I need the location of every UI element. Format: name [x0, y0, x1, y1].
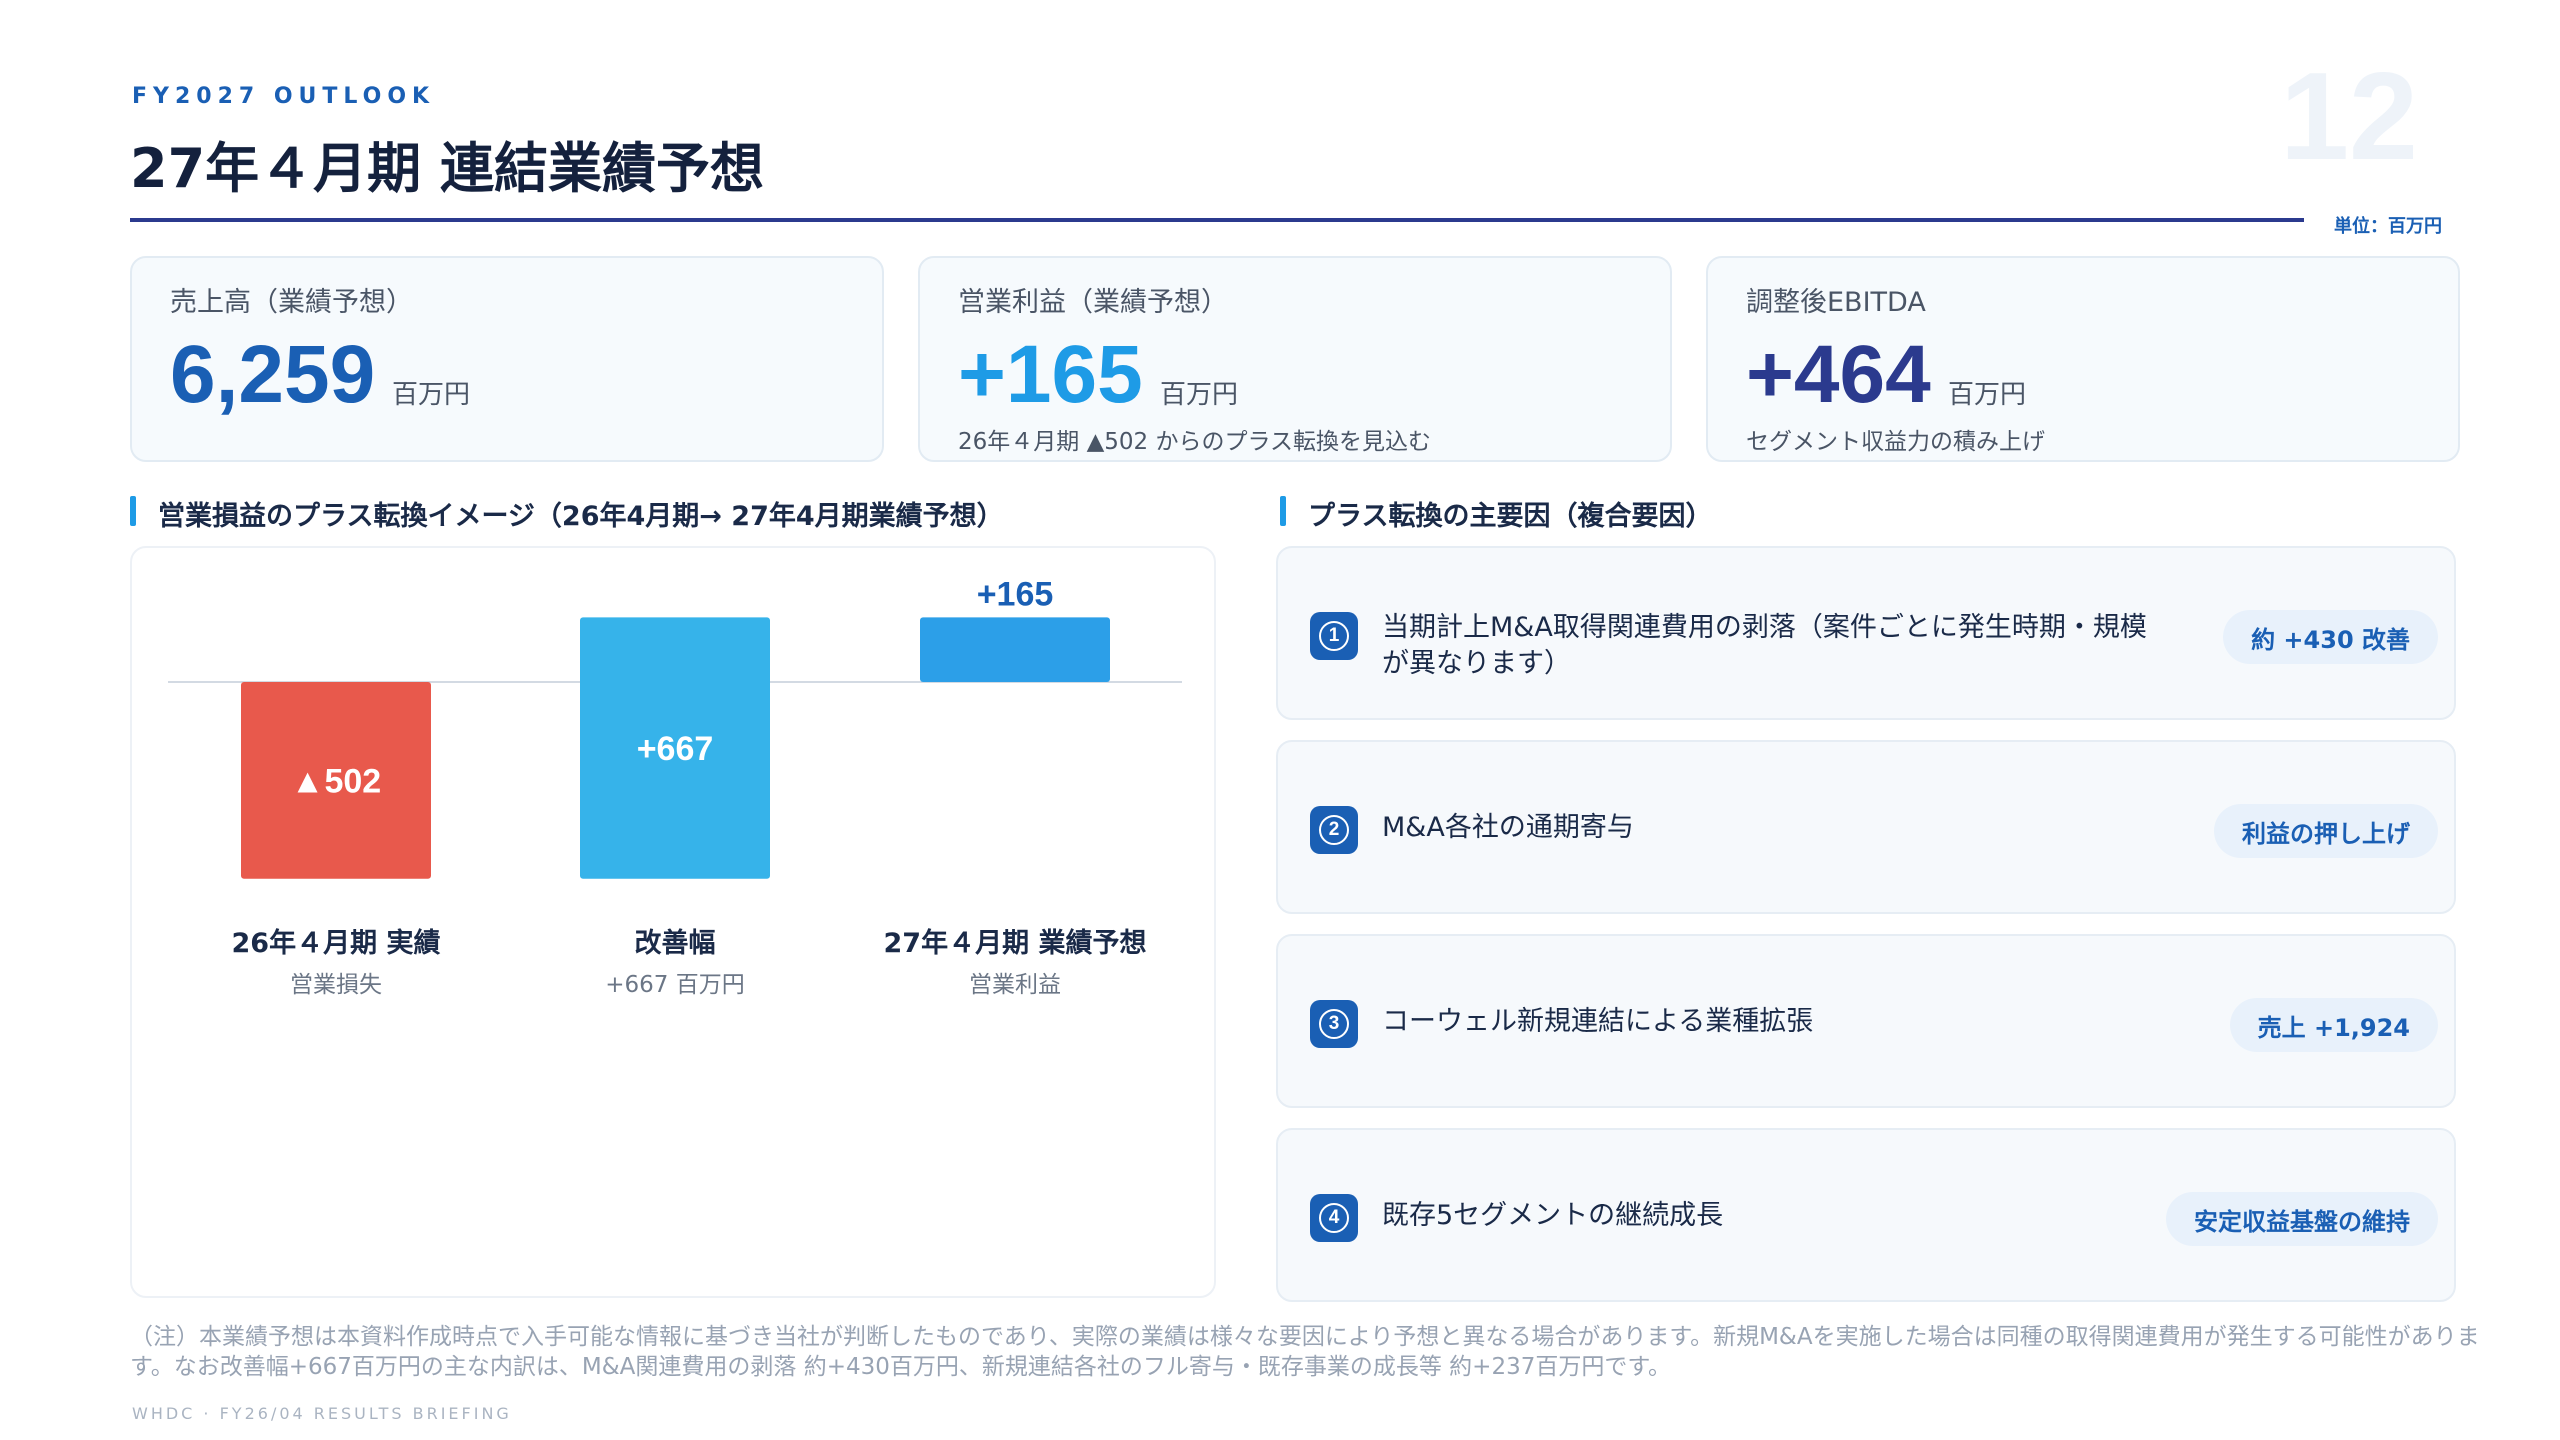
footer-label: WHDC · FY26/04 RESULTS BRIEFING: [132, 1404, 512, 1423]
chart-category-label-3: 27年４月期 業績予想: [884, 927, 1147, 959]
kpi-label: 売上高（業績予想）: [170, 287, 413, 318]
kpi-unit: 百万円: [1948, 380, 2027, 410]
factor-text: コーウェル新規連結による業種拡張: [1382, 1006, 1814, 1037]
kpi-card-operating-profit: 営業利益（業績予想） +165 百万円 26年４月期 ▲502 からのプラス転換…: [918, 256, 1672, 462]
kpi-card-sales: 売上高（業績予想） 6,259 百万円: [130, 256, 884, 462]
factor-number-badge: 4: [1310, 1194, 1358, 1242]
chart-category-sublabel-2: +667 百万円: [605, 972, 744, 998]
factor-impact-pill: 約 +430 改善: [2223, 610, 2438, 664]
factor-number-badge: 3: [1310, 1000, 1358, 1048]
waterfall-chart: ▲502 26年４月期 実績営業損失 +667 改善幅 +667 百万円 +165 27年４…: [168, 575, 1182, 998]
kpi-card-ebitda: 調整後EBITDA +464 百万円 セグメント収益力の積み上げ: [1706, 256, 2460, 462]
waterfall-chart-panel: ▲502 26年４月期 実績営業損失 +667 改善幅 +667 百万円 +165 27年４…: [130, 546, 1216, 1298]
kpi-value: +165: [958, 329, 1143, 420]
factor-number-badge: 2: [1310, 806, 1358, 854]
factor-text: 当期計上M&A取得関連費用の剥落（案件ごとに発生時期・規模が異なります）: [1382, 612, 2147, 679]
kpi-subtext: 26年４月期 ▲502 からのプラス転換を見込む: [958, 429, 1432, 455]
title-divider: [130, 218, 2304, 222]
chart-category-label-2: 改善幅: [635, 927, 716, 959]
chart-section-title: 営業損益のプラス転換イメージ（26年4月期→ 27年4月期業績予想）: [130, 494, 1004, 533]
chart-bar-3: [920, 617, 1110, 682]
page-title: 27年４月期 連結業績予想: [130, 137, 764, 200]
kpi-unit: 百万円: [392, 380, 471, 410]
chart-data-label-2: +667: [637, 730, 714, 768]
factor-text: 既存5セグメントの継続成長: [1382, 1200, 1724, 1231]
page-number: 12: [2280, 48, 2418, 186]
factor-card-3: 3 コーウェル新規連結による業種拡張 売上 +1,924: [1276, 934, 2456, 1108]
kpi-value: 6,259: [170, 329, 376, 420]
factors-section-title: プラス転換の主要因（複合要因）: [1280, 494, 1712, 533]
kpi-label: 営業利益（業績予想）: [958, 287, 1228, 318]
factor-card-2: 2 M&A各社の通期寄与 利益の押し上げ: [1276, 740, 2456, 914]
factor-impact-pill: 安定収益基盤の維持: [2166, 1192, 2438, 1246]
factor-impact-pill: 利益の押し上げ: [2214, 804, 2438, 858]
factor-card-1: 1 当期計上M&A取得関連費用の剥落（案件ごとに発生時期・規模が異なります） 約…: [1276, 546, 2456, 720]
factor-text: M&A各社の通期寄与: [1382, 812, 1634, 843]
section-kicker: FY2027 OUTLOOK: [132, 84, 436, 109]
factor-number-badge: 1: [1310, 612, 1358, 660]
factor-card-4: 4 既存5セグメントの継続成長 安定収益基盤の維持: [1276, 1128, 2456, 1302]
kpi-subtext: セグメント収益力の積み上げ: [1746, 429, 2045, 455]
kpi-label: 調整後EBITDA: [1746, 287, 1926, 318]
kpi-unit: 百万円: [1160, 380, 1239, 410]
factor-impact-pill: 売上 +1,924: [2229, 998, 2438, 1052]
chart-category-label-1: 26年４月期 実績: [232, 927, 441, 959]
chart-category-sublabel-1: 営業損失: [290, 972, 382, 998]
chart-data-label-1: ▲502: [291, 762, 381, 800]
unit-label: 単位：百万円: [2334, 216, 2442, 237]
kpi-value: +464: [1746, 329, 1931, 420]
chart-data-label-3: +165: [977, 575, 1054, 613]
disclaimer-note: （注）本業績予想は本資料作成時点で入手可能な情報に基づき当社が判断したものであり…: [130, 1324, 2480, 1380]
chart-category-sublabel-3: 営業利益: [969, 972, 1061, 998]
